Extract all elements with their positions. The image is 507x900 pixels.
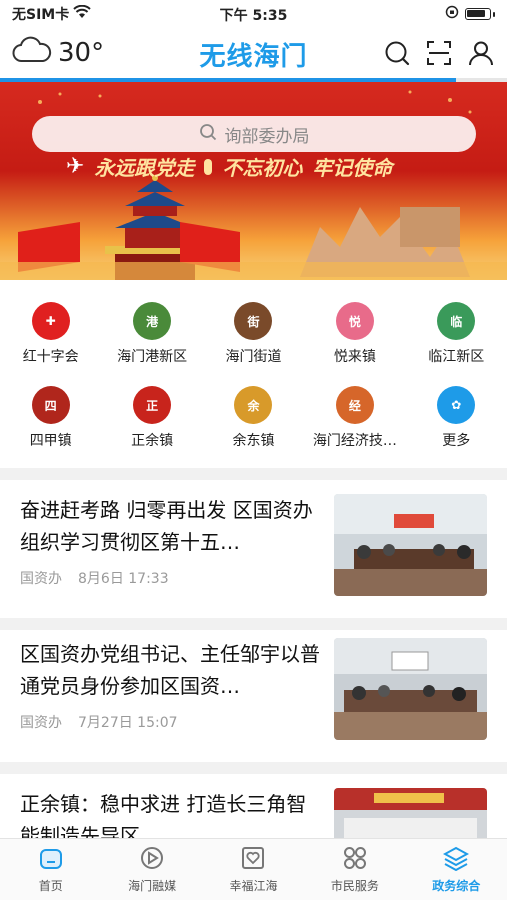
layers-icon [443, 845, 470, 875]
category-label: 余东镇 [232, 433, 275, 449]
tab-media[interactable]: 海门融媒 [101, 839, 202, 900]
slogan-3: 牢记使命 [312, 156, 393, 180]
bottom-nav: 首页 海门融媒 幸福江海 市民服务 政务综合 [0, 838, 507, 900]
haimen-port-icon: 港 [133, 302, 172, 340]
tab-government-affairs[interactable]: 政务综合 [406, 839, 507, 900]
tab-citizen-services[interactable]: 市民服务 [304, 839, 405, 900]
scan-icon[interactable] [425, 39, 453, 67]
tab-label: 幸福江海 [229, 879, 278, 893]
news-thumbnail[interactable] [334, 494, 487, 596]
search-icon [199, 123, 217, 146]
category-item-zhengyu-town[interactable]: 正正余镇 [101, 374, 202, 458]
category-item-linjiang[interactable]: 临临江新区 [406, 290, 507, 374]
status-bar: 无SIM卡 下午 5:35 [0, 0, 507, 28]
search-placeholder: 询部委办局 [224, 126, 310, 147]
grid-icon [342, 845, 368, 875]
category-label: 海门街道 [225, 349, 282, 365]
news-thumbnail[interactable] [334, 788, 487, 838]
category-item-sijia-town[interactable]: 四四甲镇 [0, 374, 101, 458]
news-title[interactable]: 区国资办党组书记、主任邹宇以普通党员身份参加区国资… [20, 638, 326, 702]
heart-icon [240, 845, 266, 875]
tab-label: 政务综合 [432, 879, 481, 893]
tab-label: 海门融媒 [128, 879, 177, 893]
weather-widget[interactable]: 30° [12, 36, 104, 71]
category-item-more[interactable]: ✿ 更多 [406, 374, 507, 458]
tab-home[interactable]: 首页 [0, 839, 101, 900]
banner[interactable]: 询部委办局 ✈ 永远跟党走 不忘初心 牢记使命 [0, 82, 507, 280]
home-icon [38, 845, 64, 875]
slogan-1: 永远跟党走 [94, 156, 195, 180]
news-source: 国资办 [20, 571, 62, 587]
yudong-town-icon: 余 [234, 386, 273, 424]
cloud-icon [12, 36, 52, 71]
wifi-icon [73, 4, 91, 23]
economic-zone-icon: 经 [335, 386, 374, 424]
category-item-yudong-town[interactable]: 余余东镇 [203, 374, 304, 458]
news-divider [0, 618, 507, 630]
slogan-2: 不忘初心 [222, 156, 303, 180]
news-item[interactable]: 区国资办党组书记、主任邹宇以普通党员身份参加区国资… 国资办 7月27日 15:… [0, 632, 507, 762]
category-label: 四甲镇 [29, 433, 72, 449]
banner-slogan: ✈ 永远跟党走 不忘初心 牢记使命 [66, 152, 392, 181]
news-date: 8月6日 17:33 [78, 571, 169, 587]
app-header: 30° 无线海门 [0, 30, 507, 76]
category-item-yuelai-town[interactable]: 悦悦来镇 [304, 290, 405, 374]
sijia-town-icon: 四 [31, 386, 70, 424]
section-divider [0, 468, 507, 480]
news-source: 国资办 [20, 715, 62, 731]
category-label: 海门港新区 [117, 349, 188, 365]
temperature-label: 30° [58, 38, 105, 68]
more-icon: ✿ [437, 386, 476, 424]
category-item-red-cross[interactable]: ✚ 红十字会 [0, 290, 101, 374]
category-item-economic-zone[interactable]: 经海门经济技… [304, 374, 405, 458]
news-thumbnail[interactable] [334, 638, 487, 740]
category-label: 更多 [442, 433, 471, 449]
slogan-divider [204, 158, 213, 175]
news-date: 7月27日 15:07 [78, 715, 178, 731]
news-item[interactable]: 正余镇：稳中求进 打造长三角智能制造先导区 [0, 782, 507, 838]
tab-happy-jianghai[interactable]: 幸福江海 [203, 839, 304, 900]
category-label: 临江新区 [428, 349, 485, 365]
red-cross-icon: ✚ [31, 302, 70, 340]
search-icon[interactable] [383, 39, 411, 67]
haimen-street-icon: 街 [234, 302, 273, 340]
category-label: 悦来镇 [333, 349, 376, 365]
category-item-haimen-street[interactable]: 街海门街道 [203, 290, 304, 374]
category-label: 红十字会 [22, 349, 79, 365]
category-label: 正余镇 [131, 433, 174, 449]
linjiang-icon: 临 [437, 302, 476, 340]
orientation-lock-icon [445, 5, 459, 23]
dove-icon: ✈ [66, 154, 85, 179]
search-bar[interactable]: 询部委办局 [32, 116, 476, 152]
news-divider [0, 762, 507, 774]
yuelai-town-icon: 悦 [335, 302, 374, 340]
news-item[interactable]: 奋进赶考路 归零再出发 区国资办组织学习贯彻区第十五… 国资办 8月6日 17:… [0, 488, 507, 618]
news-title[interactable]: 正余镇：稳中求进 打造长三角智能制造先导区 [20, 788, 326, 838]
news-title[interactable]: 奋进赶考路 归零再出发 区国资办组织学习贯彻区第十五… [20, 494, 326, 558]
category-grid: ✚ 红十字会港海门港新区街海门街道悦悦来镇临临江新区四四甲镇正正余镇余余东镇经海门… [0, 290, 507, 458]
category-item-haimen-port[interactable]: 港海门港新区 [101, 290, 202, 374]
category-label: 海门经济技… [312, 433, 397, 449]
carrier-label: 无SIM卡 [12, 7, 70, 23]
user-icon[interactable] [467, 39, 495, 67]
tab-label: 首页 [38, 879, 63, 893]
battery-icon [465, 8, 491, 20]
tab-label: 市民服务 [330, 879, 379, 893]
banner-illustration [0, 90, 507, 280]
media-icon [139, 845, 165, 875]
zhengyu-town-icon: 正 [133, 386, 172, 424]
